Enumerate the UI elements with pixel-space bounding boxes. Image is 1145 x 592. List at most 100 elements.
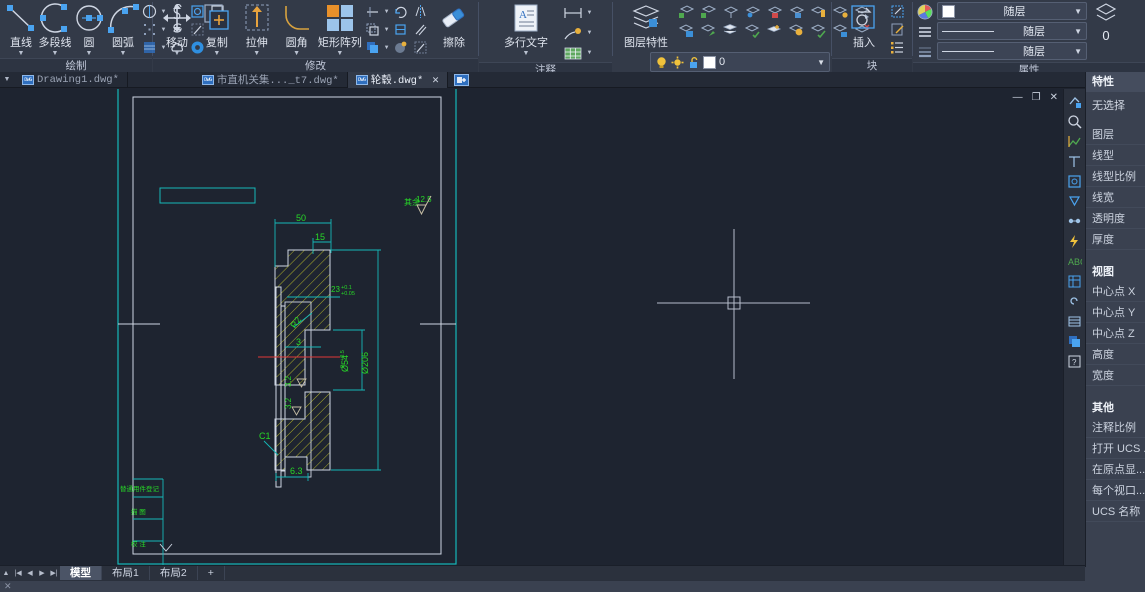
- layer-properties-button[interactable]: 图层特性: [616, 2, 676, 50]
- draw-line-button[interactable]: 直线 ▼: [4, 2, 38, 57]
- chevron-down-icon[interactable]: ▼: [383, 9, 390, 15]
- chevron-down-icon[interactable]: ▼: [817, 58, 825, 67]
- isolate-icon[interactable]: [1066, 212, 1084, 230]
- insert-block-button[interactable]: 插入: [840, 2, 888, 50]
- offset-icon[interactable]: [411, 21, 430, 38]
- flash-icon[interactable]: [1066, 232, 1084, 250]
- modify-move-button[interactable]: 移动 ▼: [157, 2, 197, 57]
- chevron-down-icon[interactable]: ▼: [586, 30, 593, 36]
- property-row-ucs-on[interactable]: 打开 UCS ...: [1086, 438, 1145, 459]
- mirror-icon[interactable]: [411, 3, 430, 20]
- property-row-per-viewport[interactable]: 每个视口...: [1086, 480, 1145, 501]
- property-row-ucs-name[interactable]: UCS 名称: [1086, 501, 1145, 522]
- layout-tab-layout2[interactable]: 布局2: [150, 565, 198, 581]
- chevron-down-icon[interactable]: ▼: [1074, 47, 1082, 56]
- viewport-icon[interactable]: [1066, 172, 1084, 190]
- draw-polyline-button[interactable]: 多段线 ▼: [38, 2, 72, 57]
- create-block-icon[interactable]: [888, 3, 907, 20]
- draw-circle-button[interactable]: 圆 ▼: [72, 2, 106, 57]
- trim-icon[interactable]: [363, 3, 382, 20]
- layer-on-icon[interactable]: [808, 2, 829, 20]
- chevron-down-icon[interactable]: ▼: [383, 27, 390, 33]
- scale-icon[interactable]: [363, 21, 382, 38]
- object-color-combo[interactable]: 随层 ▼: [937, 2, 1087, 20]
- explode-icon[interactable]: [391, 39, 410, 56]
- property-row-center-z[interactable]: 中心点 Z: [1086, 323, 1145, 344]
- first-icon[interactable]: |◀: [12, 569, 24, 577]
- layer-to-current-icon[interactable]: [742, 21, 763, 39]
- layer-walk-icon[interactable]: [720, 21, 741, 39]
- chevron-down-icon[interactable]: ▼: [1074, 7, 1082, 16]
- property-row-linetype-scale[interactable]: 线型比例: [1086, 166, 1145, 187]
- linetype-combo[interactable]: 随层 ▼: [937, 22, 1087, 40]
- collapse-icon[interactable]: ▲: [0, 570, 12, 577]
- modify-erase-button[interactable]: 擦除: [434, 2, 474, 50]
- text-icon[interactable]: ABC: [1066, 252, 1084, 270]
- layer-unisolate-icon[interactable]: [698, 2, 719, 20]
- layer-change-icon[interactable]: [808, 21, 829, 39]
- pan-icon[interactable]: [1066, 92, 1084, 110]
- layout-tab-model[interactable]: 模型: [60, 565, 102, 581]
- property-row-ucs-origin[interactable]: 在原点显...: [1086, 459, 1145, 480]
- layer-previous-icon[interactable]: [698, 21, 719, 39]
- layer-unlock-icon[interactable]: [786, 2, 807, 20]
- command-line[interactable]: ✕: [0, 580, 1085, 592]
- grid-icon[interactable]: [1066, 312, 1084, 330]
- property-row-annotation-scale[interactable]: 注释比例: [1086, 417, 1145, 438]
- file-tab-drawing1[interactable]: DWG Drawing1.dwg*: [14, 71, 128, 88]
- close-icon[interactable]: ✕: [432, 73, 439, 87]
- property-row-height[interactable]: 高度: [1086, 344, 1145, 365]
- layout-tab-layout1[interactable]: 布局1: [102, 565, 150, 581]
- chevron-down-icon[interactable]: ▼: [173, 50, 180, 57]
- chevron-down-icon[interactable]: ▼: [523, 50, 530, 57]
- chevron-down-icon[interactable]: ▼: [1074, 27, 1082, 36]
- draw-arc-button[interactable]: 圆弧 ▼: [106, 2, 140, 57]
- table-icon[interactable]: [1066, 272, 1084, 290]
- chevron-down-icon[interactable]: ▼: [86, 50, 93, 57]
- chevron-down-icon[interactable]: ▼: [253, 50, 260, 57]
- property-row-center-x[interactable]: 中心点 X: [1086, 281, 1145, 302]
- layer-freeze-icon[interactable]: [720, 2, 741, 20]
- dimension-icon[interactable]: [561, 3, 585, 22]
- layer-copy-icon[interactable]: [764, 21, 785, 39]
- new-drawing-icon[interactable]: [453, 73, 469, 86]
- layer-color-swatch[interactable]: [703, 55, 716, 69]
- table-icon[interactable]: [561, 43, 585, 62]
- spiral-icon[interactable]: [1066, 292, 1084, 310]
- define-attribute-icon[interactable]: [888, 39, 907, 56]
- property-row-width[interactable]: 宽度: [1086, 365, 1145, 386]
- property-row-linetype[interactable]: 线型: [1086, 145, 1145, 166]
- chart-icon[interactable]: [1066, 132, 1084, 150]
- layer-match-icon[interactable]: [676, 21, 697, 39]
- property-row-layer[interactable]: 图层: [1086, 124, 1145, 145]
- property-row-transparency[interactable]: 透明度: [1086, 208, 1145, 229]
- break-icon[interactable]: [391, 21, 410, 38]
- unlock-icon[interactable]: [687, 56, 700, 69]
- chevron-down-icon[interactable]: ▼: [120, 50, 127, 57]
- rotate-icon[interactable]: [391, 3, 410, 20]
- lineweight-combo[interactable]: 随层 ▼: [937, 42, 1087, 60]
- annotate-mtext-button[interactable]: A 多行文字 ▼: [495, 2, 557, 57]
- last-icon[interactable]: ▶|: [48, 569, 60, 577]
- prev-icon[interactable]: ◀: [24, 569, 36, 577]
- chevron-down-icon[interactable]: ▼: [213, 50, 220, 57]
- chevron-down-icon[interactable]: ▼: [0, 76, 14, 83]
- property-row-thickness[interactable]: 厚度: [1086, 229, 1145, 250]
- overlay-icon[interactable]: [1066, 332, 1084, 350]
- zoom-icon[interactable]: [1066, 112, 1084, 130]
- chevron-down-icon[interactable]: ▼: [293, 50, 300, 57]
- chamfer-icon[interactable]: [411, 39, 430, 56]
- chevron-down-icon[interactable]: ▼: [18, 50, 25, 57]
- layer-lock-icon[interactable]: [764, 2, 785, 20]
- modify-copy-button[interactable]: 复制 ▼: [197, 2, 237, 57]
- current-layer-combo[interactable]: 0 ▼: [650, 52, 830, 72]
- modify-fillet-button[interactable]: 圆角 ▼: [277, 2, 317, 57]
- layer-state-icon[interactable]: [786, 21, 807, 39]
- edit-attribute-icon[interactable]: [888, 21, 907, 38]
- file-tab-shizhi[interactable]: DWG 市直机关集..._t7.dwg*: [194, 71, 348, 88]
- chevron-down-icon[interactable]: ▼: [383, 45, 390, 51]
- leader-icon[interactable]: [561, 23, 585, 42]
- layout-tab-add[interactable]: +: [198, 565, 225, 581]
- help-icon[interactable]: ?: [1066, 352, 1084, 370]
- chevron-down-icon[interactable]: ▼: [52, 50, 59, 57]
